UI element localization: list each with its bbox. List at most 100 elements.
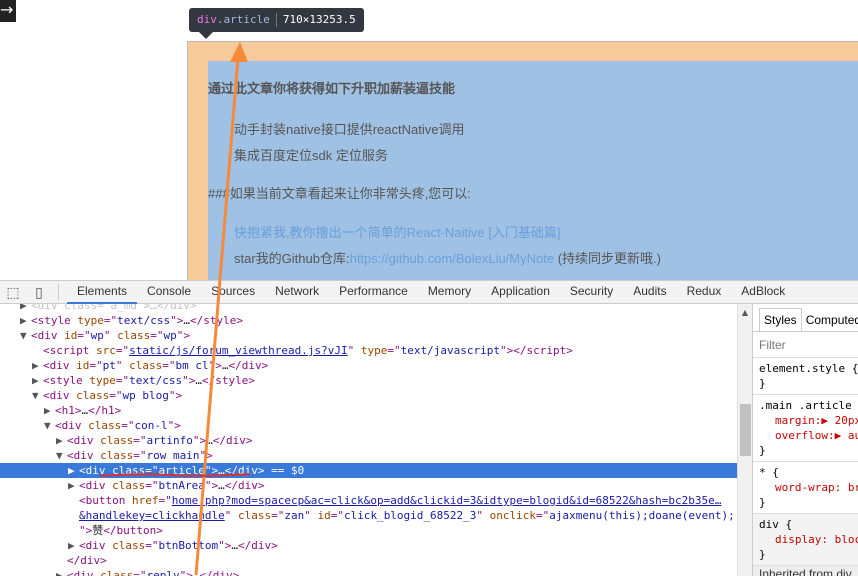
- tree-node[interactable]: ▼ <div id="wp" class="wp">: [0, 328, 737, 343]
- tree-token: …: [183, 314, 190, 327]
- tab-console[interactable]: Console: [137, 280, 201, 304]
- tree-token: class: [117, 329, 151, 342]
- tab-performance[interactable]: Performance: [329, 280, 418, 304]
- tree-node[interactable]: ▶ <div class="artinfo">…</div>: [0, 433, 737, 448]
- article-content-highlight: 通过此文章你将获得如下升职加薪装逼技能 动手封装native接口提供reactN…: [208, 61, 858, 280]
- tree-token: </div>: [67, 554, 107, 567]
- expand-arrow-icon[interactable]: ▶: [20, 313, 31, 328]
- tab-audits[interactable]: Audits: [623, 280, 676, 304]
- tree-token: <div: [55, 419, 89, 432]
- tree-token: ">: [79, 524, 93, 537]
- collapse-arrow-icon[interactable]: ▼: [32, 388, 43, 403]
- tab-elements[interactable]: Elements: [67, 280, 138, 304]
- tree-token: class: [100, 434, 134, 447]
- tree-token: …: [206, 434, 213, 447]
- tab-memory[interactable]: Memory: [418, 280, 481, 304]
- tree-token: bm cl: [175, 359, 209, 372]
- rule-selector[interactable]: * {: [759, 465, 852, 480]
- tree-node[interactable]: ▶ <style type="text/css">…</style>: [0, 313, 737, 328]
- tree-token: <style: [43, 374, 90, 387]
- tab-network[interactable]: Network: [265, 280, 329, 304]
- tree-node[interactable]: <button href="home.php?mod=spacecp&ac=cl…: [0, 493, 737, 508]
- tree-token: ">: [167, 419, 181, 432]
- inspected-page: → 通过此文章你将获得如下升职加薪装逼技能 动手封装native接口提供reac…: [0, 0, 858, 280]
- tree-token: type: [360, 344, 388, 357]
- tree-node[interactable]: ▶ <div class="a_md">…</div>: [0, 304, 737, 313]
- style-property[interactable]: margin:▶ 20px: [759, 413, 858, 428]
- tree-token: ": [115, 359, 130, 372]
- styles-filter-input[interactable]: Filter: [753, 332, 858, 358]
- expand-arrow-icon[interactable]: ▶: [32, 373, 43, 388]
- tree-node[interactable]: ">赞</button>: [0, 523, 737, 538]
- elements-scrollbar[interactable]: ▲: [737, 304, 752, 576]
- expand-arrow-icon[interactable]: ▶: [68, 463, 79, 478]
- tree-node[interactable]: ▶ <h1>…</h1>: [0, 403, 737, 418]
- article-subheading: ###如果当前文章看起来让你非常头疼,您可以:: [208, 186, 471, 201]
- tab-sources[interactable]: Sources: [201, 280, 265, 304]
- article-link[interactable]: 快抱紧我,教你撸出一个简单的React-Naitive [入门基础篇]: [234, 222, 560, 241]
- tree-node[interactable]: ▼ <div class="con-l">: [0, 418, 737, 433]
- style-property[interactable]: overflow:▶ auto: [759, 428, 858, 443]
- expand-arrow-icon[interactable]: ▶: [20, 304, 31, 313]
- style-rule: .main .article {margin:▶ 20px overflow:▶ …: [753, 395, 858, 462]
- tree-node[interactable]: ▶ <div class="btnBottom">…</div>: [0, 538, 737, 553]
- tree-node[interactable]: ▶ <div class="btnArea">…</div>: [0, 478, 737, 493]
- tab-computed[interactable]: Computed: [802, 309, 858, 331]
- tab-styles[interactable]: Styles: [759, 308, 802, 331]
- rule-selector[interactable]: div {: [759, 517, 852, 532]
- tab-application[interactable]: Application: [481, 280, 560, 304]
- inspect-element-icon[interactable]: ⬚: [0, 284, 26, 301]
- tree-token: =": [145, 464, 159, 477]
- expand-arrow-icon[interactable]: ▶: [44, 403, 55, 418]
- scrollbar-thumb[interactable]: [740, 404, 751, 456]
- expand-arrow-icon[interactable]: ▶: [32, 358, 43, 373]
- tree-token: =": [145, 479, 159, 492]
- tree-token: =": [158, 494, 172, 507]
- tree-token: ajaxmenu(this);doane(event);: [549, 509, 735, 522]
- tree-token: id: [64, 329, 78, 342]
- collapse-arrow-icon[interactable]: ▼: [44, 418, 55, 433]
- tree-token[interactable]: static/js/forum_viewthread.js?vJI: [129, 344, 348, 357]
- expand-arrow-icon[interactable]: ▶: [56, 433, 67, 448]
- tooltip-tag: div: [197, 13, 217, 26]
- tree-node-selected[interactable]: ▶ <div class="article">…</div> == $0: [0, 463, 737, 478]
- arrow-right-icon[interactable]: →: [0, 0, 16, 22]
- tree-node[interactable]: </div>: [0, 553, 737, 568]
- collapse-arrow-icon[interactable]: ▼: [56, 448, 67, 463]
- scroll-up-icon[interactable]: ▲: [738, 308, 752, 317]
- style-property[interactable]: word-wrap: break-word;: [759, 480, 858, 495]
- tree-token: type: [89, 374, 116, 387]
- device-toolbar-icon[interactable]: ▯: [26, 284, 52, 301]
- tree-node[interactable]: ▶ <div id="pt" class="bm cl">…</div>: [0, 358, 737, 373]
- tree-token: == $0: [264, 464, 305, 477]
- rule-selector[interactable]: element.style {: [759, 361, 858, 376]
- github-link[interactable]: https://github.com/BolexLiu/MyNote: [350, 251, 555, 266]
- collapse-arrow-icon[interactable]: ▼: [20, 328, 31, 343]
- tree-token: type: [77, 314, 104, 327]
- github-note: (持续同步更新哦.): [557, 251, 661, 266]
- tree-token: =": [330, 509, 344, 522]
- expand-arrow-icon[interactable]: ▶: [68, 538, 79, 553]
- article-bullet: 动手封装native接口提供reactNative调用: [234, 122, 465, 137]
- tree-node[interactable]: ▶ <style type="text/css">…</style>: [0, 373, 737, 388]
- tree-token: …: [218, 479, 225, 492]
- style-property[interactable]: display: block;: [759, 532, 858, 547]
- tree-token: 赞: [92, 524, 104, 537]
- tab-security[interactable]: Security: [560, 280, 623, 304]
- tree-node[interactable]: ▼ <div class="wp blog">: [0, 388, 737, 403]
- tree-node[interactable]: ▼ <div class="row main">: [0, 448, 737, 463]
- tree-token: row main: [146, 449, 200, 462]
- tab-redux[interactable]: Redux: [677, 280, 732, 304]
- tree-token[interactable]: home.php?mod=spacecp&ac=click&op=add&cli…: [172, 494, 722, 507]
- styles-pane: Styles Computed Filter element.style {} .m…: [752, 304, 858, 576]
- tree-node[interactable]: <script src="static/js/forum_viewthread.…: [0, 343, 737, 358]
- tree-node[interactable]: &handlekey=clickhandle" class="zan" id="…: [0, 508, 737, 523]
- tree-token: con-l: [134, 419, 168, 432]
- tree-token[interactable]: &handlekey=clickhandle: [79, 509, 225, 522]
- tree-token: =": [77, 329, 91, 342]
- tab-adblock[interactable]: AdBlock: [731, 280, 795, 304]
- tree-token: <div: [43, 359, 77, 372]
- rule-selector[interactable]: .main .article {: [759, 398, 858, 413]
- elements-tree: ▶ <div class="a_md">…</div> ▶ <style type="…: [0, 304, 737, 576]
- expand-arrow-icon[interactable]: ▶: [68, 478, 79, 493]
